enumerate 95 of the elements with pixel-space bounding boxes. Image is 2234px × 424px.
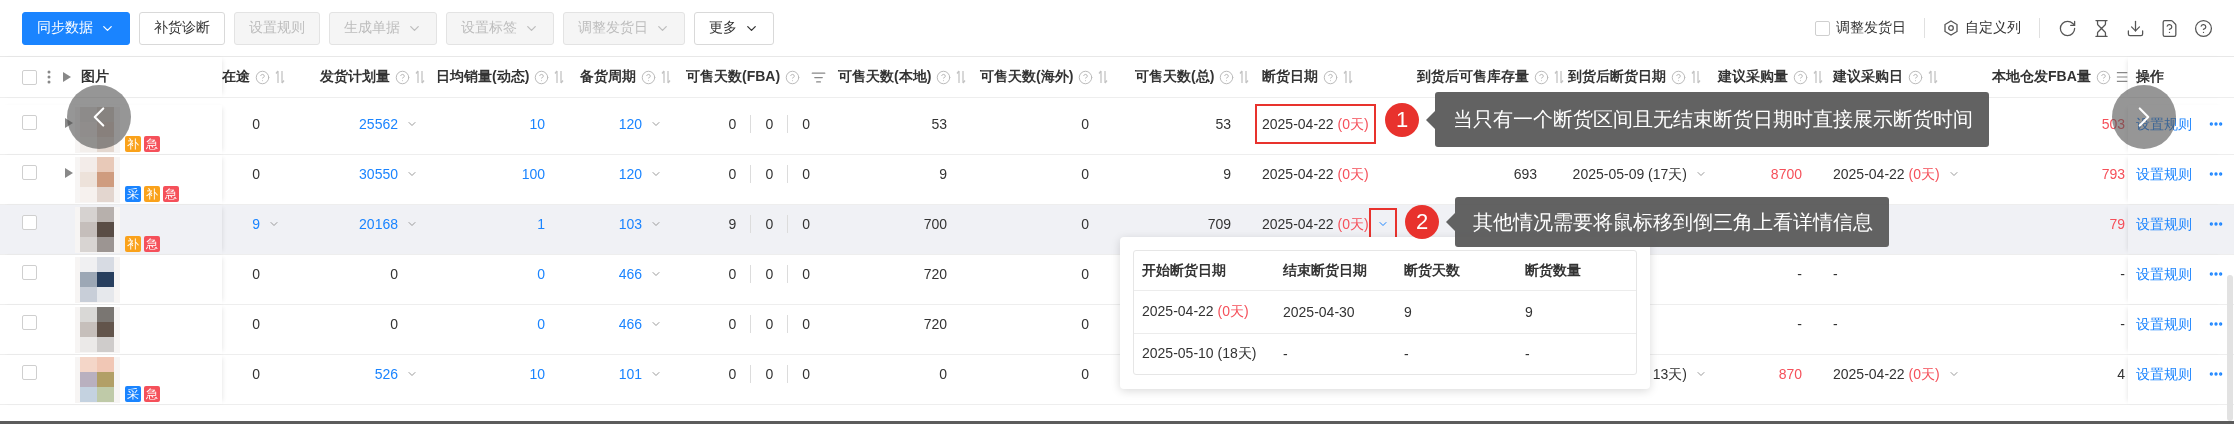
table-cell: 0 <box>252 115 260 133</box>
table-cell: 0 <box>765 115 774 133</box>
column-header: 可售天数(FBA) <box>686 68 781 86</box>
checkbox-label: 调整发货日 <box>1836 19 1906 37</box>
table-cell: 4 <box>2117 365 2125 383</box>
table-cell: - <box>1833 265 1838 283</box>
table-cell: 0 <box>1081 265 1089 283</box>
tag: 急 <box>144 136 160 152</box>
table-cell: 79 <box>2109 215 2125 233</box>
table-cell: 0 <box>802 265 810 283</box>
table-cell: 2025-05-09 (17天) <box>1572 165 1687 183</box>
table-cell-text: 2025-04-30 <box>1282 304 1356 320</box>
table-cell: 720 <box>923 265 947 283</box>
table-cell: 9 <box>939 165 947 183</box>
table-cell: 2025-04-22 (0天) <box>1833 365 1940 383</box>
table-cell: - <box>1797 315 1802 333</box>
table-cell: 0 <box>390 265 398 283</box>
table-cell: 720 <box>923 315 947 333</box>
table-cell: 13天) <box>1652 365 1687 383</box>
column-header: 发货计划量 <box>320 68 390 86</box>
table-cell: 0 <box>728 365 737 383</box>
table-cell: 793 <box>2101 165 2125 183</box>
table-cell: 0 <box>728 265 737 283</box>
table-cell: 0 <box>802 365 810 383</box>
column-header: 结束断货日期 <box>1282 261 1368 280</box>
tag: 急 <box>144 236 160 252</box>
column-header: 开始断货日期 <box>1141 261 1227 280</box>
table-cell: 700 <box>923 215 947 233</box>
table-cell: 0 <box>252 265 260 283</box>
hint-tooltip: 其他情况需要将鼠标移到倒三角上看详情信息 <box>1446 197 1889 247</box>
column-header: 可售天数(海外) <box>980 68 1074 86</box>
table-cell: 0 <box>802 215 810 233</box>
table-cell-text: 2025-04-22 (0天) <box>1141 303 1250 321</box>
table-cell: 0 <box>728 315 737 333</box>
table-cell: 0 <box>765 315 774 333</box>
column-header: 建议采购日 <box>1833 68 1903 86</box>
column-header: 本地仓发FBA量 <box>1992 68 2091 86</box>
table-cell: 0 <box>728 165 737 183</box>
table-cell: 0 <box>939 365 947 383</box>
table-cell: 870 <box>1778 365 1802 383</box>
table-cell: 709 <box>1207 215 1231 233</box>
column-header: 可售天数(本地) <box>838 68 932 86</box>
table-cell: 0 <box>765 265 774 283</box>
table-cell: 0 <box>765 215 774 233</box>
table-cell: 0 <box>802 115 810 133</box>
table-cell: 9 <box>1223 165 1231 183</box>
table-cell-text: 9 <box>1524 304 1534 320</box>
tag: 急 <box>144 386 160 402</box>
table-cell: 0 <box>802 165 810 183</box>
column-header: 建议采购量 <box>1718 68 1788 86</box>
table-cell: 0 <box>390 315 398 333</box>
table-cell: 0 <box>252 365 260 383</box>
column-header: 在途 <box>222 68 250 86</box>
column-header: 日均销量(动态) <box>436 68 530 86</box>
hint-tooltip: 当只有一个断货区间且无结束断货日期时直接展示断货时间 <box>1426 92 1989 147</box>
table-cell: 8700 <box>1770 165 1802 183</box>
table-cell: - <box>2120 265 2125 283</box>
table-cell: 53 <box>1215 115 1231 133</box>
table-cell: 2025-04-22 (0天) <box>1262 215 1369 233</box>
column-header: 图片 <box>81 68 109 86</box>
column-header: 断货日期 <box>1262 68 1318 86</box>
column-header: 到货后断货日期 <box>1568 68 1666 86</box>
table-cell: - <box>1797 265 1802 283</box>
tag: 采 <box>125 186 141 202</box>
table-cell: 2025-04-22 (0天) <box>1833 165 1940 183</box>
table-cell: 0 <box>765 365 774 383</box>
table-cell: 2025-04-22 (0天) <box>1262 165 1369 183</box>
table-cell: 0 <box>252 315 260 333</box>
table-cell: - <box>1833 315 1838 333</box>
table-cell-text: 9 <box>1403 304 1413 320</box>
table-cell: 0 <box>765 165 774 183</box>
tag: 补 <box>144 186 160 202</box>
table-cell: 0 <box>802 315 810 333</box>
table-cell: 0 <box>728 115 737 133</box>
column-header: 操作 <box>2136 68 2164 86</box>
table-cell: 53 <box>931 115 947 133</box>
column-header: 断货天数 <box>1403 261 1461 280</box>
tag: 急 <box>163 186 179 202</box>
column-header: 备货周期 <box>580 68 636 86</box>
table-cell: 2025-04-22 (0天) <box>1255 104 1376 144</box>
table-cell: 0 <box>1081 165 1089 183</box>
column-header: 到货后可售库存量 <box>1417 68 1529 86</box>
table-cell: - <box>2120 315 2125 333</box>
tag: 补 <box>125 136 141 152</box>
column-header: 可售天数(总) <box>1135 68 1215 86</box>
table-cell: 0 <box>1081 365 1089 383</box>
table-cell: 0 <box>252 165 260 183</box>
table-cell: 693 <box>1513 165 1537 183</box>
table-cell: 0 <box>1081 315 1089 333</box>
table-cell: 0 <box>1081 115 1089 133</box>
table-cell: 9 <box>728 215 737 233</box>
table-cell: 0 <box>1081 215 1089 233</box>
column-header: 断货数量 <box>1524 261 1582 280</box>
tag: 采 <box>125 386 141 402</box>
tag: 补 <box>125 236 141 252</box>
